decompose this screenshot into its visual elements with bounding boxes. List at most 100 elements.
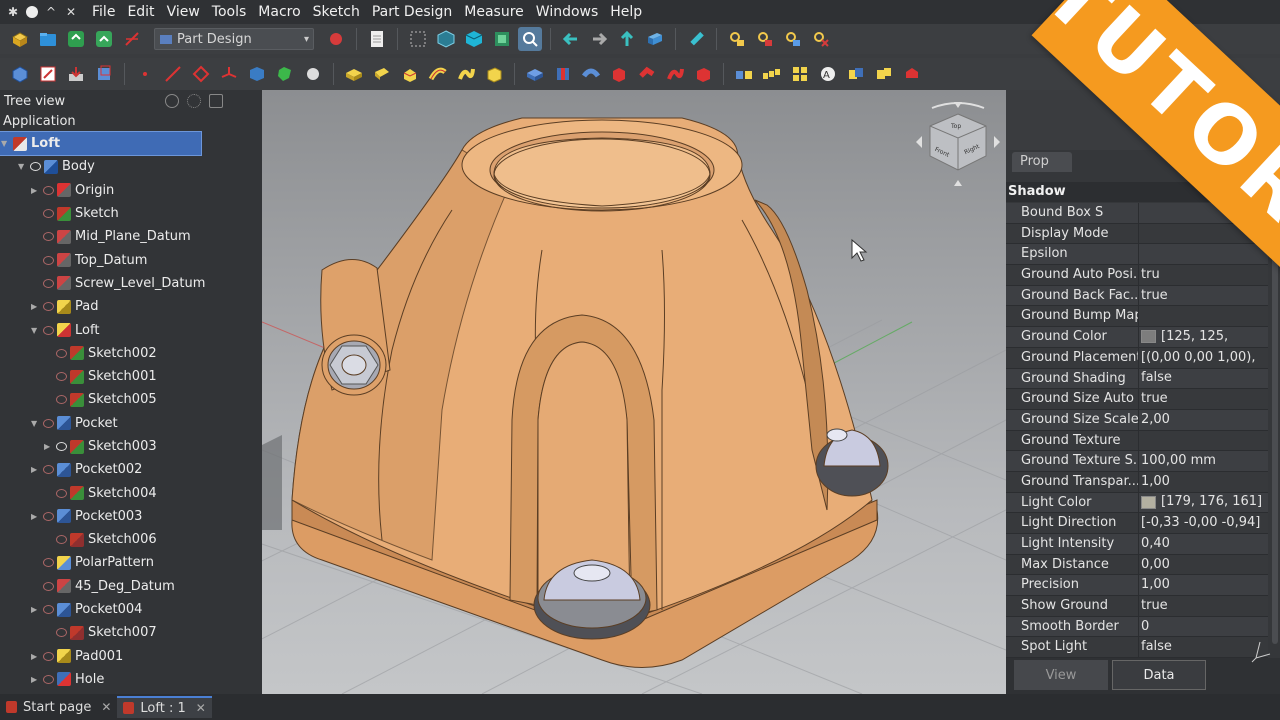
pad-icon[interactable] bbox=[342, 62, 366, 86]
expand-arrow-icon[interactable]: ▶ bbox=[31, 465, 37, 474]
menu-edit[interactable]: Edit bbox=[121, 0, 160, 24]
fit-all-icon[interactable] bbox=[518, 27, 542, 51]
additive-primitive-icon[interactable] bbox=[482, 62, 506, 86]
view-isometric-icon[interactable] bbox=[434, 27, 458, 51]
expand-arrow-icon[interactable]: ▼ bbox=[18, 162, 24, 171]
eye-hidden-icon[interactable] bbox=[43, 674, 54, 684]
toggle-icon[interactable] bbox=[725, 27, 749, 51]
property-value[interactable]: 0,40 bbox=[1139, 534, 1268, 554]
property-row[interactable]: Ground Back Fac... true bbox=[1006, 285, 1268, 307]
additive-pipe-icon[interactable] bbox=[426, 62, 450, 86]
chevron-up-icon[interactable]: ^ bbox=[44, 5, 58, 19]
open-folder-icon[interactable] bbox=[36, 27, 60, 51]
property-row[interactable]: Bound Box S bbox=[1006, 203, 1268, 224]
property-row[interactable]: Ground Bump Map bbox=[1006, 306, 1268, 328]
revolution-icon[interactable] bbox=[370, 62, 394, 86]
local-cs-icon[interactable] bbox=[217, 62, 241, 86]
tree-item-loft[interactable]: ▼ Loft bbox=[0, 318, 262, 341]
toggle-all-icon[interactable] bbox=[753, 27, 777, 51]
datum-line-icon[interactable] bbox=[161, 62, 185, 86]
panel-icon[interactable] bbox=[209, 94, 224, 108]
menu-windows[interactable]: Windows bbox=[530, 0, 605, 24]
property-row[interactable]: Spot Light false bbox=[1006, 637, 1268, 659]
sheep-icon[interactable] bbox=[301, 62, 325, 86]
tree-item-sketch007[interactable]: Sketch007 bbox=[0, 621, 262, 644]
tree-item-sketch002[interactable]: Sketch002 bbox=[0, 342, 262, 365]
property-row[interactable]: Max Distance 0,00 bbox=[1006, 554, 1268, 576]
property-row[interactable]: Ground Texture bbox=[1006, 430, 1268, 452]
tree-item-body[interactable]: ▼ Body bbox=[0, 155, 262, 178]
property-row[interactable]: Smooth Border 0 bbox=[1006, 616, 1268, 638]
groove-icon[interactable] bbox=[579, 62, 603, 86]
eye-hidden-icon[interactable] bbox=[43, 232, 54, 242]
menu-help[interactable]: Help bbox=[604, 0, 648, 24]
property-scrollbar[interactable] bbox=[1272, 204, 1278, 644]
property-value[interactable]: 0,00 bbox=[1139, 555, 1268, 575]
tree-item-sketch001[interactable]: Sketch001 bbox=[0, 365, 262, 388]
tree-item-mid-plane-datum[interactable]: Mid_Plane_Datum bbox=[0, 225, 262, 248]
std-views-icon[interactable] bbox=[643, 27, 667, 51]
nav-up-icon[interactable] bbox=[615, 27, 639, 51]
workbench-selector[interactable]: Part Design ▾ bbox=[154, 28, 314, 50]
3d-viewport[interactable]: Top Front Right bbox=[262, 90, 1006, 694]
expand-arrow-icon[interactable]: ▶ bbox=[31, 302, 37, 311]
validate-sketch-icon[interactable] bbox=[64, 62, 88, 86]
property-row[interactable]: Light Direction [-0,33 -0,00 -0,94] bbox=[1006, 513, 1268, 534]
property-value[interactable]: false bbox=[1139, 637, 1268, 657]
tree-item-45-deg-datum[interactable]: 45_Deg_Datum bbox=[0, 575, 262, 598]
expand-arrow-icon[interactable]: ▶ bbox=[31, 186, 37, 195]
create-body-icon[interactable] bbox=[8, 62, 32, 86]
property-row[interactable]: Light Color [179, 176, 161] bbox=[1006, 492, 1268, 514]
eye-hidden-icon[interactable] bbox=[43, 605, 54, 615]
eye-hidden-icon[interactable] bbox=[56, 488, 67, 498]
tree-item-sketch004[interactable]: Sketch004 bbox=[0, 481, 262, 504]
new-document-icon[interactable] bbox=[8, 27, 32, 51]
expand-arrow-icon[interactable]: ▶ bbox=[31, 675, 37, 684]
tree-item-pocket004[interactable]: ▶ Pocket004 bbox=[0, 598, 262, 621]
chamfer-icon[interactable] bbox=[900, 62, 924, 86]
tree-item-polarpattern[interactable]: PolarPattern bbox=[0, 551, 262, 574]
tree-item-sketch[interactable]: Sketch bbox=[0, 202, 262, 225]
hole-icon[interactable] bbox=[551, 62, 575, 86]
property-value[interactable]: [125, 125, bbox=[1139, 327, 1268, 347]
property-row[interactable]: Ground Placement [(0,00 0,00 1,00), bbox=[1006, 347, 1268, 369]
property-value[interactable]: [179, 176, 161] bbox=[1139, 493, 1268, 513]
property-row[interactable]: Ground Shading false bbox=[1006, 368, 1268, 390]
eye-toggle-icon[interactable] bbox=[165, 94, 180, 108]
eye-hidden-icon[interactable] bbox=[43, 185, 54, 195]
eye-hidden-icon[interactable] bbox=[56, 535, 67, 545]
menu-measure[interactable]: Measure bbox=[458, 0, 530, 24]
app-menu-icon[interactable]: ✱ bbox=[6, 5, 20, 19]
property-value[interactable] bbox=[1139, 431, 1268, 451]
nav-forward-icon[interactable] bbox=[587, 27, 611, 51]
property-row[interactable]: Ground Auto Posi... tru bbox=[1006, 265, 1268, 286]
eye-hidden-icon[interactable] bbox=[43, 302, 54, 312]
tree-item-origin[interactable]: ▶ Origin bbox=[0, 179, 262, 202]
tree-item-sketch003[interactable]: ▶ Sketch003 bbox=[0, 435, 262, 458]
eye-hidden-icon[interactable] bbox=[56, 372, 67, 382]
expand-arrow-icon[interactable]: ▶ bbox=[31, 605, 37, 614]
property-value[interactable] bbox=[1139, 203, 1268, 223]
pin-icon[interactable] bbox=[26, 6, 38, 18]
multi-transform-icon[interactable]: A bbox=[816, 62, 840, 86]
property-value[interactable] bbox=[1139, 306, 1268, 326]
eye-hidden-icon[interactable] bbox=[43, 418, 54, 428]
property-value[interactable]: 2,00 bbox=[1139, 410, 1268, 430]
color-swatch[interactable] bbox=[1141, 330, 1156, 344]
eye-hidden-icon[interactable] bbox=[56, 348, 67, 358]
eye-hidden-icon[interactable] bbox=[43, 465, 54, 475]
property-value[interactable]: [-0,33 -0,00 -0,94] bbox=[1139, 513, 1268, 533]
expand-arrow-icon[interactable]: ▶ bbox=[31, 512, 37, 521]
fillet-icon[interactable] bbox=[872, 62, 896, 86]
tab-view[interactable]: View bbox=[1014, 660, 1108, 690]
close-tab-icon[interactable]: ✕ bbox=[196, 701, 206, 715]
eye-hidden-icon[interactable] bbox=[43, 581, 54, 591]
hide-selection-icon[interactable] bbox=[809, 27, 833, 51]
property-row[interactable]: Ground Size Scale 2,00 bbox=[1006, 409, 1268, 431]
eye-icon[interactable] bbox=[30, 162, 41, 172]
clone-icon[interactable] bbox=[273, 62, 297, 86]
gear-icon[interactable] bbox=[187, 94, 202, 108]
subtractive-loft-icon[interactable] bbox=[607, 62, 631, 86]
eye-hidden-icon[interactable] bbox=[43, 325, 54, 335]
property-row[interactable]: Show Ground true bbox=[1006, 596, 1268, 617]
